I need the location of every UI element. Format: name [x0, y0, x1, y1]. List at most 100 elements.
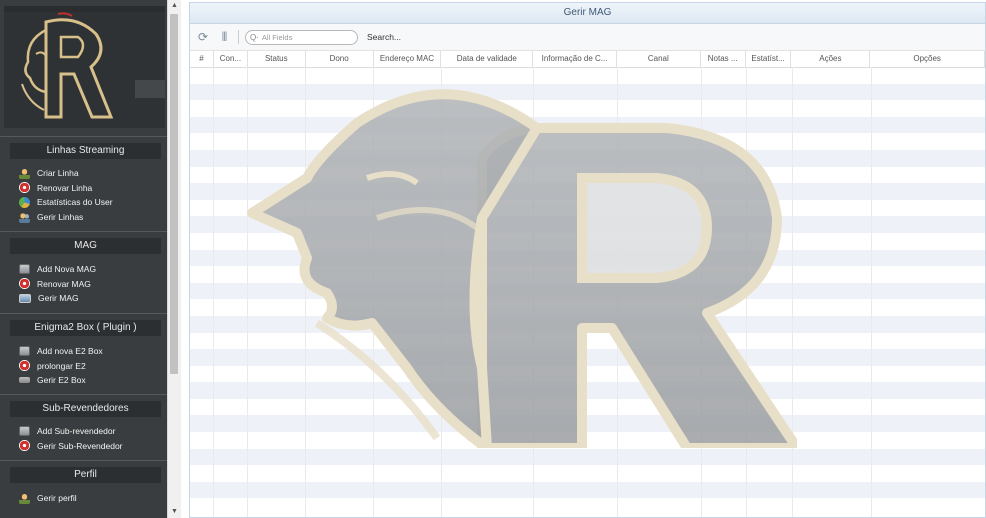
column-header[interactable]: Informação de C... [533, 51, 617, 67]
sidebar-item-criar-linha[interactable]: Criar Linha [19, 166, 79, 180]
user-icon [19, 492, 30, 504]
sidebar: Linhas Streaming Criar Linha Renovar Linha… [0, 0, 167, 518]
renew-icon [19, 360, 30, 372]
sidebar-divider [0, 231, 167, 232]
column-header[interactable]: Estatíst... [746, 51, 792, 67]
users-icon [19, 211, 30, 223]
table-row [190, 315, 985, 333]
scrollbar-thumb[interactable] [170, 14, 178, 374]
sidebar-item-gerir-sub-revendedor[interactable]: Gerir Sub-Revendedor [19, 439, 123, 453]
table-row [190, 183, 985, 200]
column-divider [373, 67, 374, 517]
sidebar-item-renovar-mag[interactable]: Renovar MAG [19, 277, 91, 291]
table-row [190, 266, 985, 283]
table-row [190, 415, 985, 433]
column-divider [247, 67, 248, 517]
table-row [190, 83, 985, 101]
table-row [190, 498, 985, 515]
table-row [190, 432, 985, 449]
table-row [190, 399, 985, 416]
table-row [190, 216, 985, 233]
column-header[interactable]: Dono [306, 51, 374, 67]
search-button[interactable]: Search... [367, 32, 401, 42]
scroll-down-arrow-icon[interactable]: ▼ [168, 506, 181, 518]
toolbar-divider [238, 30, 239, 44]
sidebar-item-label: Renovar Linha [37, 182, 93, 193]
sidebar-divider [0, 394, 167, 395]
logo [4, 6, 165, 128]
sidebar-section-title: Sub-Revendedores [10, 401, 161, 417]
column-header[interactable]: Notas ... [701, 51, 746, 67]
table-row [190, 249, 985, 267]
user-add-icon [19, 167, 30, 179]
sidebar-item-add-sub-revendedor[interactable]: Add Sub-revendedor [19, 424, 115, 438]
table-row [190, 481, 985, 499]
lion-r-logo-icon [21, 12, 114, 119]
sidebar-item-add-nova-e2-box[interactable]: Add nova E2 Box [19, 344, 103, 358]
column-divider [533, 67, 534, 517]
column-header[interactable]: Opções [870, 51, 985, 67]
sidebar-item-estat-sticas-do-user[interactable]: Estatísticas do User [19, 195, 113, 209]
sidebar-item-label: Renovar MAG [37, 278, 91, 289]
sidebar-item-label: Gerir E2 Box [37, 375, 86, 386]
table-row [190, 200, 985, 217]
table-row [190, 167, 985, 184]
column-header[interactable]: Canal [617, 51, 701, 67]
column-header[interactable]: # [190, 51, 214, 67]
table-row [190, 366, 985, 383]
sidebar-item-gerir-linhas[interactable]: Gerir Linhas [19, 210, 83, 224]
box-icon [19, 377, 30, 384]
sidebar-divider [0, 136, 167, 137]
sidebar-scrollbar[interactable]: ▲ ▼ [167, 0, 181, 518]
columns-icon[interactable]: ||| [216, 29, 232, 45]
table-row [190, 100, 985, 117]
sidebar-section-title: Enigma2 Box ( Plugin ) [10, 320, 161, 336]
sidebar-item-label: Add nova E2 Box [37, 346, 103, 356]
sidebar-divider [0, 460, 167, 461]
device-add-icon [19, 426, 30, 436]
sidebar-item-prolongar-e2[interactable]: prolongar E2 [19, 359, 86, 373]
sidebar-item-gerir-e2-box[interactable]: Gerir E2 Box [19, 373, 86, 387]
column-header[interactable]: Status [248, 51, 306, 67]
sidebar-item-label: Gerir Linhas [37, 212, 84, 223]
device-add-icon [19, 264, 30, 274]
table-row [190, 116, 985, 134]
device-add-icon [19, 346, 30, 356]
column-divider [213, 67, 214, 517]
column-divider [792, 67, 793, 517]
sidebar-item-renovar-linha[interactable]: Renovar Linha [19, 181, 92, 195]
sidebar-section-title: Perfil [10, 467, 161, 483]
column-header[interactable]: Endereço MAC [374, 51, 442, 67]
table-row [190, 333, 985, 350]
search-input[interactable] [258, 32, 350, 42]
sidebar-item-add-nova-mag[interactable]: Add Nova MAG [19, 262, 96, 276]
sidebar-item-label: Add Sub-revendedor [37, 426, 116, 436]
column-divider [617, 67, 618, 517]
table-row [190, 465, 985, 482]
sidebar-item-label: Criar Linha [37, 168, 79, 178]
search-box[interactable]: Q· [245, 29, 358, 45]
sidebar-item-gerir-perfil[interactable]: Gerir perfil [19, 491, 77, 505]
scroll-up-arrow-icon[interactable]: ▲ [168, 0, 181, 12]
sidebar-item-label: Gerir MAG [38, 293, 79, 304]
table-row [190, 149, 985, 167]
sidebar-item-label: Add Nova MAG [37, 264, 97, 274]
gerir-mag-panel: Gerir MAG ⟳ ||| Q· Search... #Con...Stat… [189, 2, 986, 518]
column-header[interactable]: Data de validade [441, 51, 534, 67]
sidebar-item-label: Gerir perfil [37, 493, 77, 503]
table-row [190, 349, 985, 366]
refresh-icon[interactable]: ⟳ [195, 29, 211, 45]
renew-icon [19, 182, 30, 194]
sidebar-section-title: MAG [10, 238, 161, 254]
sidebar-item-gerir-mag[interactable]: Gerir MAG [19, 291, 79, 305]
column-header[interactable]: Ações [791, 51, 871, 67]
sidebar-item-label: prolongar E2 [37, 360, 86, 371]
table-row [190, 382, 985, 399]
search-icon: Q· [250, 32, 259, 42]
table-row [190, 448, 985, 466]
grid-body [190, 67, 985, 517]
table-row [190, 299, 985, 316]
grid-header: # Con... Status Dono Endereço MAC Data de val… [190, 51, 985, 68]
column-header[interactable]: Con... [214, 51, 248, 67]
table-row [190, 233, 985, 250]
